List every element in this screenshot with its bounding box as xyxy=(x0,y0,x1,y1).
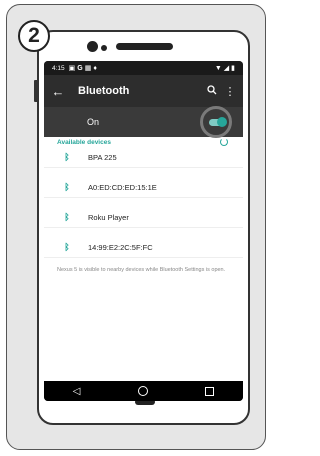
device-name: BPA 225 xyxy=(88,152,117,162)
device-row[interactable]: ᛒ Roku Player xyxy=(44,207,243,228)
nav-back-icon[interactable]: ◁ xyxy=(73,386,81,397)
search-icon[interactable] xyxy=(203,84,221,98)
bluetooth-icon: ᛒ xyxy=(64,152,70,162)
phone-camera xyxy=(87,41,98,52)
device-list: Available devices ᛒ BPA 225 ᛒ A0:ED:CD:E… xyxy=(44,137,243,381)
app-bar: ← Bluetooth ⋮ xyxy=(44,75,243,107)
status-bar: 4:15 ▣ G ▦ ♦ ▼ ◢ ▮ xyxy=(44,61,243,75)
google-icon: G xyxy=(77,64,83,72)
toggle-knob xyxy=(217,117,227,127)
toggle-label: On xyxy=(87,117,100,127)
back-arrow-icon[interactable]: ← xyxy=(44,84,72,99)
bluetooth-icon: ᛒ xyxy=(64,182,70,192)
status-right-icons: ▼ ◢ ▮ xyxy=(215,64,235,72)
device-row[interactable]: ᛒ A0:ED:CD:ED:15:1E xyxy=(44,177,243,198)
more-options-icon[interactable]: ⋮ xyxy=(221,85,239,98)
device-row[interactable]: ᛒ BPA 225 xyxy=(44,147,243,168)
bluetooth-icon: ᛒ xyxy=(64,212,70,222)
sim-icon: ▣ xyxy=(68,65,76,72)
bluetooth-icon: ᛒ xyxy=(64,242,70,252)
section-header: Available devices xyxy=(57,139,111,146)
nav-recent-apps-icon[interactable] xyxy=(205,386,215,396)
visibility-note: Nexus 5 is visible to nearby devices whi… xyxy=(57,267,226,273)
phone-sensor xyxy=(101,45,107,51)
wifi-icon: ▼ xyxy=(214,65,222,72)
phone-speaker xyxy=(116,43,173,50)
device-name: Roku Player xyxy=(88,212,129,222)
device-row[interactable]: ᛒ 14:99:E2:2C:5F:FC xyxy=(44,237,243,258)
device-name: 14:99:E2:2C:5F:FC xyxy=(88,242,153,252)
battery-icon: ▮ xyxy=(231,65,235,72)
bluetooth-toggle-switch[interactable] xyxy=(209,117,227,127)
phone-side-button xyxy=(34,80,38,102)
location-icon: ♦ xyxy=(93,64,97,72)
step-badge: 2 xyxy=(18,20,50,52)
page-title: Bluetooth xyxy=(78,85,130,97)
device-name: A0:ED:CD:ED:15:1E xyxy=(88,182,157,192)
navigation-bar: ◁ xyxy=(44,381,243,401)
nav-home-icon[interactable] xyxy=(137,386,148,396)
scanning-spinner-icon xyxy=(220,138,228,146)
image-icon: ▦ xyxy=(84,65,92,72)
signal-icon: ◢ xyxy=(223,65,230,72)
status-time: 4:15 xyxy=(52,64,65,72)
